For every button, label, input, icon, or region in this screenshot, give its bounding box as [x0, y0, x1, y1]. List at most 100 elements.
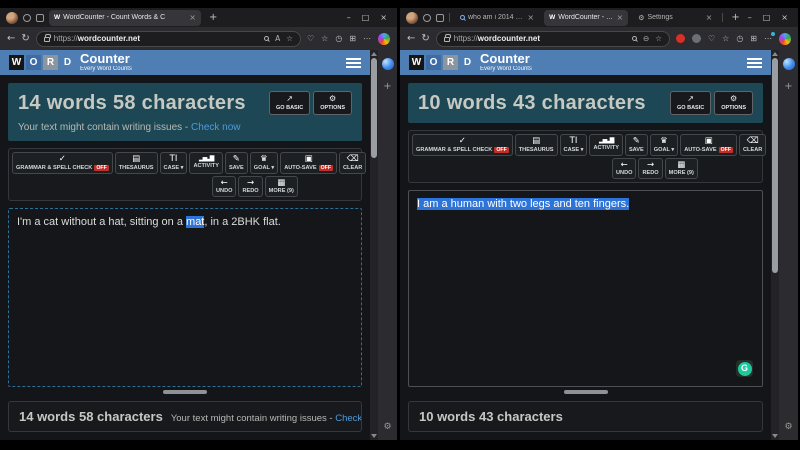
goal-button[interactable]: ♛ GOAL ▾ [250, 152, 278, 174]
favorites-icon[interactable]: ☆ [722, 34, 729, 43]
back-icon[interactable]: ← [7, 34, 15, 44]
resize-handle[interactable] [564, 390, 608, 394]
tab-wordcounter[interactable]: W WordCounter - Count W... × [544, 10, 628, 26]
copilot-icon[interactable] [382, 58, 394, 70]
new-tab-button[interactable]: + [206, 12, 220, 23]
case-button[interactable]: TI CASE ▾ [560, 134, 588, 156]
read-aloud-icon[interactable]: A [275, 34, 280, 43]
thesaurus-button[interactable]: ▤ THESAURUS [515, 134, 558, 156]
clear-button[interactable]: ⌫ CLEAR [739, 134, 766, 156]
go-basic-button[interactable]: ↗ GO BASIC [670, 91, 711, 115]
tab-close-icon[interactable]: × [706, 13, 713, 22]
back-icon[interactable]: ← [407, 34, 415, 44]
tab-close-icon[interactable]: × [617, 13, 624, 22]
maximize-button[interactable]: □ [362, 13, 370, 22]
grammarly-widget[interactable]: G [736, 360, 753, 377]
goal-button[interactable]: ♛ GOAL ▾ [650, 134, 678, 156]
favorites-icon[interactable]: ☆ [321, 34, 328, 43]
search-icon[interactable] [264, 36, 269, 41]
activity-button[interactable]: ▂▅▃▇ ACTIVITY [189, 152, 222, 174]
go-basic-button[interactable]: ↗ GO BASIC [269, 91, 310, 115]
case-button[interactable]: TI CASE ▾ [160, 152, 188, 174]
save-button[interactable]: ✎ SAVE [225, 152, 248, 174]
undo-button[interactable]: ← UNDO [612, 158, 636, 180]
tab-close-icon[interactable]: × [527, 13, 534, 22]
browser-essentials-icon[interactable]: ♡ [307, 34, 314, 43]
wordcounter-logo[interactable]: W O R D [409, 55, 475, 70]
screenshot-icon[interactable]: ⊞ [750, 34, 757, 43]
extension-gray-icon[interactable] [692, 34, 701, 43]
copilot-icon[interactable] [783, 58, 795, 70]
undo-button[interactable]: ← UNDO [212, 176, 236, 198]
save-button[interactable]: ✎ SAVE [625, 134, 648, 156]
browser-essentials-icon[interactable]: ♡ [708, 34, 715, 43]
wordcounter-logo[interactable]: W O R D [9, 55, 75, 70]
tab-search[interactable]: who am i 2014 - Search × [455, 10, 539, 26]
more-tools-button[interactable]: ▦ MORE (9) [265, 176, 298, 198]
maximize-button[interactable]: □ [763, 13, 771, 22]
tab-close-icon[interactable]: × [189, 13, 196, 22]
sidebar-add-icon[interactable]: + [784, 82, 792, 92]
user-avatar[interactable] [6, 12, 18, 24]
search-icon[interactable] [632, 36, 637, 41]
scroll-down-icon[interactable] [371, 434, 377, 438]
user-avatar[interactable] [406, 12, 418, 24]
tracking-prevention-icon[interactable]: ⊖ [643, 34, 649, 43]
auto-save-button[interactable]: ▣ AUTO-SAVEOFF [280, 152, 337, 174]
text-editor[interactable]: I am a human with two legs and ten finge… [408, 190, 763, 387]
history-icon[interactable]: ◷ [335, 34, 342, 43]
thesaurus-button[interactable]: ▤ THESAURUS [115, 152, 158, 174]
options-button[interactable]: ⚙ OPTIONS [313, 91, 352, 115]
sidebar-settings-icon[interactable]: ⚙ [784, 422, 792, 432]
grammar-spell-check-button[interactable]: ✓ GRAMMAR & SPELL CHECKOFF [12, 152, 113, 174]
profile-icon[interactable] [378, 33, 390, 45]
reload-icon[interactable]: ↻ [21, 34, 29, 44]
scrollbar-thumb[interactable] [772, 58, 778, 273]
address-bar[interactable]: https://wordcounter.net ⊖ ☆ [436, 31, 670, 47]
sidebar-add-icon[interactable]: + [383, 82, 391, 92]
more-menu-icon[interactable]: ⋯ [363, 34, 371, 43]
sidebar-settings-icon[interactable]: ⚙ [383, 422, 391, 432]
profile-icon[interactable] [779, 33, 791, 45]
workspaces-icon[interactable] [423, 14, 431, 22]
favorite-star-icon[interactable]: ☆ [286, 34, 293, 43]
resize-handle[interactable] [163, 390, 207, 394]
menu-icon[interactable] [747, 58, 762, 68]
tab-wordcounter[interactable]: W WordCounter - Count Words & C × [49, 10, 201, 26]
reload-icon[interactable]: ↻ [421, 34, 429, 44]
close-button[interactable]: × [781, 13, 788, 22]
scroll-up-icon[interactable] [371, 52, 377, 56]
tab-actions-icon[interactable] [436, 14, 444, 22]
extension-red-icon[interactable] [676, 34, 685, 43]
minimize-button[interactable]: – [347, 13, 351, 22]
redo-button[interactable]: → REDO [638, 158, 662, 180]
auto-save-button[interactable]: ▣ AUTO-SAVEOFF [680, 134, 737, 156]
redo-button[interactable]: → REDO [238, 176, 262, 198]
tab-settings[interactable]: ⚙ Settings × [633, 10, 717, 26]
new-tab-button[interactable]: + [728, 12, 742, 23]
grammar-spell-check-button[interactable]: ✓ GRAMMAR & SPELL CHECKOFF [412, 134, 513, 156]
minimize-button[interactable]: – [748, 13, 752, 22]
footer-counter: 14 words 58 characters Your text might c… [8, 401, 362, 432]
scroll-down-icon[interactable] [772, 434, 778, 438]
address-bar[interactable]: https://wordcounter.net A ☆ [36, 31, 301, 47]
check-now-link[interactable]: Check now [335, 413, 362, 424]
menu-icon[interactable] [346, 58, 361, 68]
screenshot-icon[interactable]: ⊞ [349, 34, 356, 43]
text-editor[interactable]: I'm a cat without a hat, sitting on a ma… [8, 208, 362, 387]
activity-button[interactable]: ▂▅▃▇ ACTIVITY [589, 134, 622, 156]
close-button[interactable]: × [380, 13, 387, 22]
more-tools-button[interactable]: ▦ MORE (9) [665, 158, 698, 180]
page-scrollbar[interactable] [771, 50, 779, 440]
grammarly-icon: G [738, 362, 752, 376]
favorite-star-icon[interactable]: ☆ [655, 34, 662, 43]
page-scrollbar[interactable] [370, 50, 378, 440]
tab-actions-icon[interactable] [36, 14, 44, 22]
history-icon[interactable]: ◷ [736, 34, 743, 43]
scroll-up-icon[interactable] [772, 52, 778, 56]
workspaces-icon[interactable] [23, 14, 31, 22]
check-now-link[interactable]: Check now [191, 122, 240, 133]
options-button[interactable]: ⚙ OPTIONS [714, 91, 753, 115]
scrollbar-thumb[interactable] [371, 58, 377, 158]
clear-button[interactable]: ⌫ CLEAR [339, 152, 366, 174]
